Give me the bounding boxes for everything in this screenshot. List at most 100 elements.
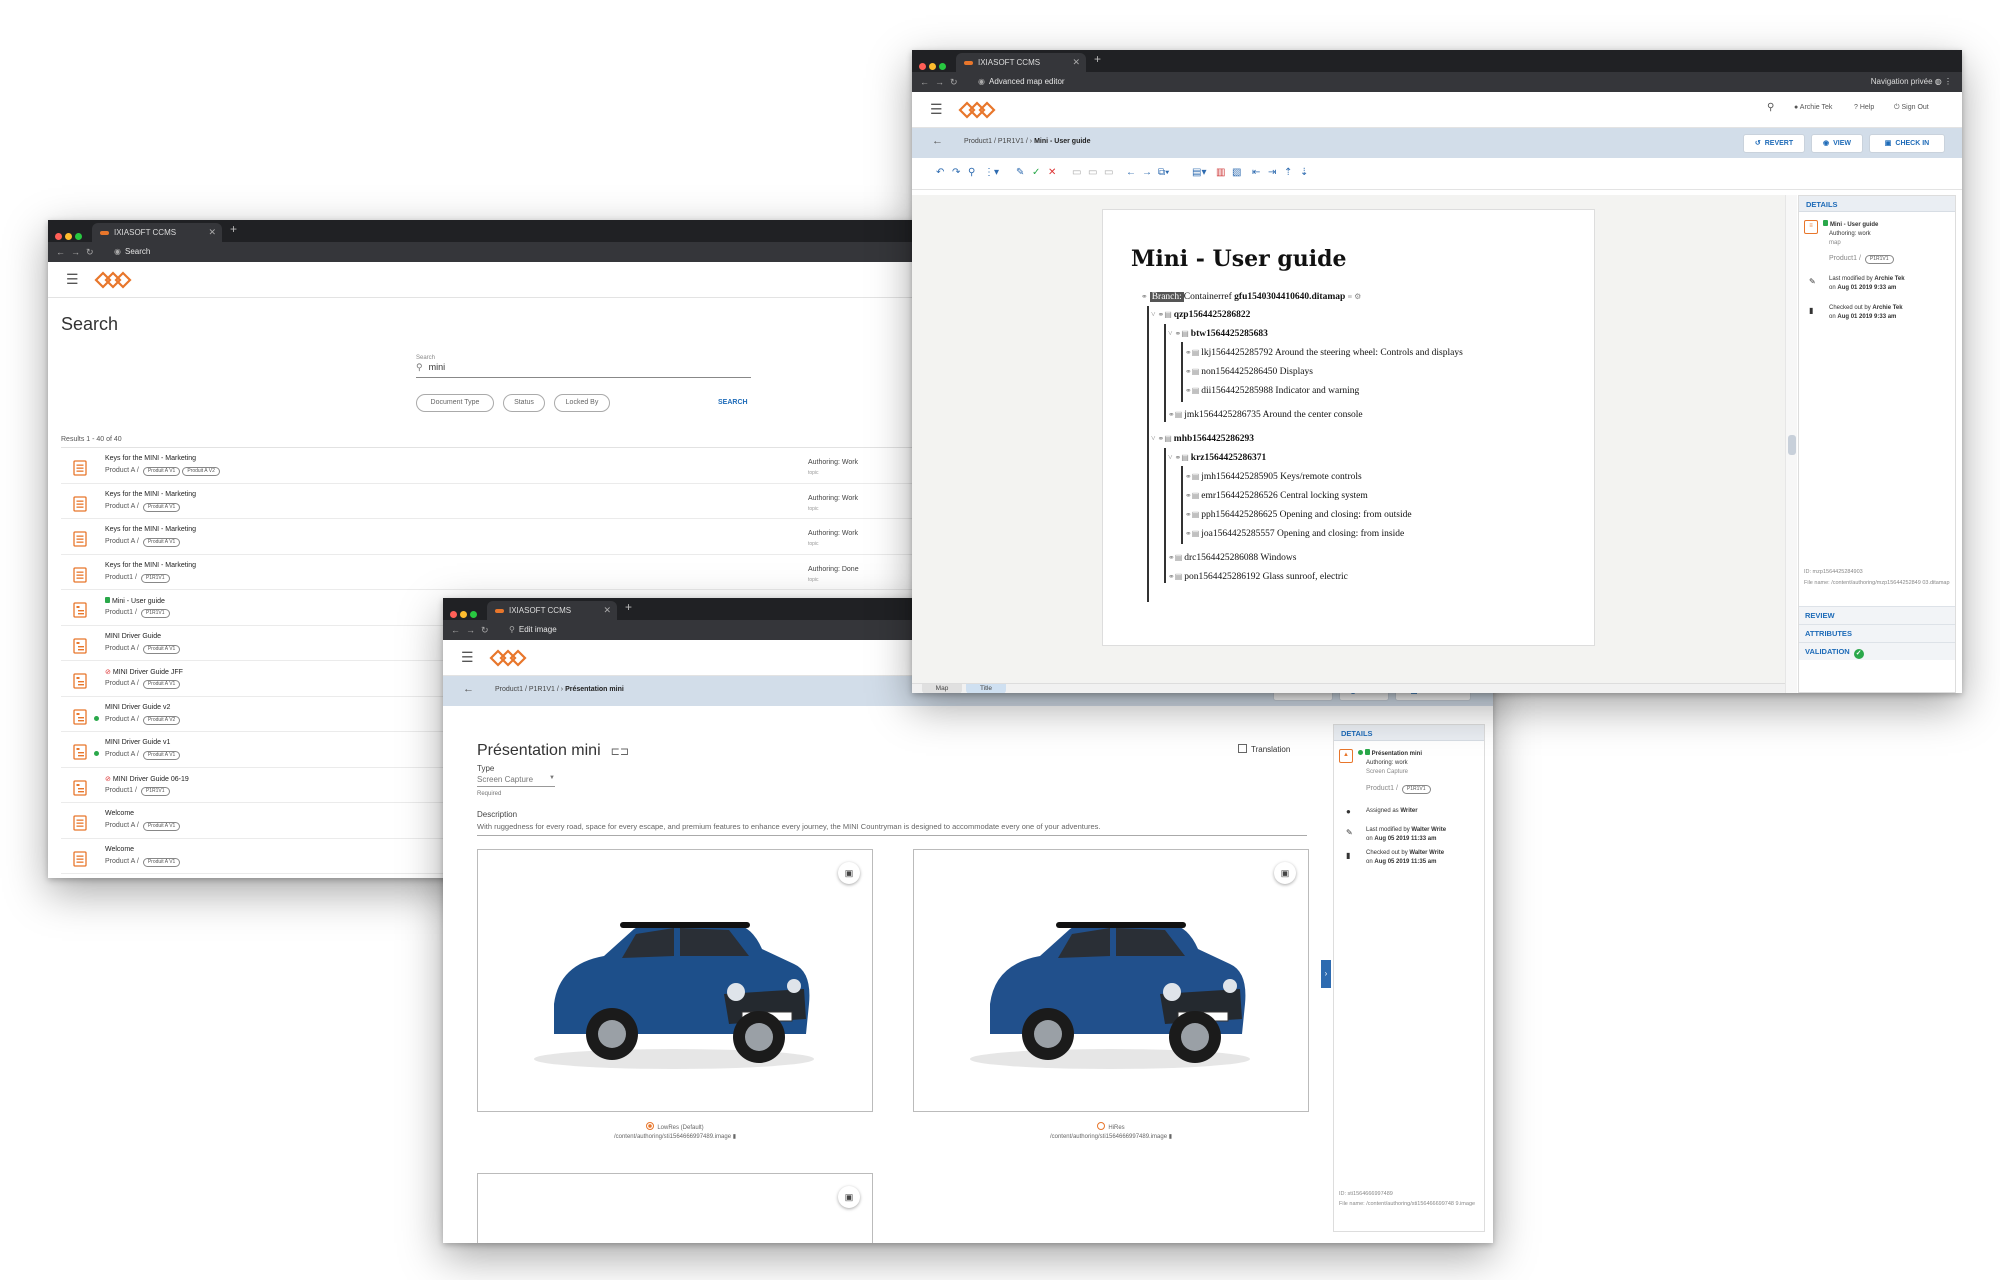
undo-icon[interactable]: ↶ <box>936 167 944 178</box>
result-title[interactable]: Keys for the MINI - Marketing <box>105 455 196 462</box>
edit-title-icon[interactable]: ⊏⊐ <box>611 746 629 758</box>
result-title[interactable]: MINI Driver Guide v1 <box>105 739 170 746</box>
result-title[interactable]: ⊘ MINI Driver Guide JFF <box>105 668 183 676</box>
hires-image-preview[interactable]: ▣ <box>913 849 1309 1112</box>
settings-icon[interactable]: ≡ ⚙ <box>1348 292 1362 301</box>
breadcrumb-path[interactable]: Product1 / P1R1V1 / <box>964 138 1028 145</box>
version-chip[interactable]: Produit A V1 <box>142 751 181 760</box>
pdf-icon[interactable]: ▥ <box>1216 167 1225 178</box>
version-chip[interactable]: Produit A V1 <box>142 822 181 831</box>
browser-tab[interactable]: IXIASOFT CCMS ✕ <box>956 53 1086 72</box>
nav-arrows-icon[interactable]: ←→↻ <box>920 72 964 92</box>
delete-comment-icon[interactable]: ▭ <box>1104 167 1113 178</box>
tree-node[interactable]: ⚭▤ drc1564425286088 Windows <box>1168 553 1296 563</box>
download-icon[interactable]: ▮ <box>1169 1134 1172 1140</box>
private-browsing[interactable]: Navigation privée ◍ ⋮ <box>1871 72 1952 92</box>
accept-icon[interactable]: ✓ <box>1032 167 1040 178</box>
radio-unselected-icon[interactable] <box>1097 1122 1106 1130</box>
nav-arrows-icon[interactable]: ←→↻ <box>451 620 495 640</box>
expand-image-icon[interactable]: ▣ <box>838 1186 860 1208</box>
tree-node[interactable]: ⚭▤ jmk1564425286735 Around the center con… <box>1168 410 1363 420</box>
close-tab-icon[interactable]: ✕ <box>603 601 611 620</box>
move-down-icon[interactable]: ⇣ <box>1300 167 1308 178</box>
result-title[interactable]: Keys for the MINI - Marketing <box>105 491 196 498</box>
attributes-section[interactable]: ATTRIBUTES <box>1799 624 1955 642</box>
ixiasoft-logo-icon[interactable] <box>489 649 527 667</box>
map-title[interactable]: Mini - User guide <box>1131 246 1346 272</box>
tree-node[interactable]: ⚭▤ non1564425286450 Displays <box>1185 367 1313 377</box>
close-tab-icon[interactable]: ✕ <box>208 223 216 242</box>
browser-tab[interactable]: IXIASOFT CCMS ✕ <box>487 601 617 620</box>
spellcheck-icon[interactable]: ✎ <box>1016 167 1024 178</box>
document-type-filter[interactable]: Document Type <box>416 394 494 412</box>
lowres-image-preview[interactable]: ▣ <box>477 849 873 1112</box>
document-icon[interactable]: ▧ <box>1232 167 1241 178</box>
breadcrumb-path[interactable]: Product1 / P1R1V1 / <box>495 686 559 693</box>
expand-image-icon[interactable]: ▣ <box>1274 862 1296 884</box>
description-input[interactable]: With ruggedness for every road, space fo… <box>477 822 1307 836</box>
review-section[interactable]: REVIEW <box>1799 606 1955 624</box>
locked-by-filter[interactable]: Locked By <box>554 394 610 412</box>
tree-node[interactable]: ⚭▤ emr1564425286526 Central locking syste… <box>1185 491 1368 501</box>
branch-node[interactable]: ⚭ Branch: Containerref gfu1540304410640.di… <box>1141 292 1363 302</box>
version-chip[interactable]: Produit A V1 <box>142 502 181 512</box>
table-row[interactable]: Keys for the MINI - Marketing Product A /… <box>61 484 921 519</box>
version-chip[interactable]: P1R1V1 <box>1864 255 1894 264</box>
user-menu[interactable]: ● Archie Tek <box>1794 104 1832 111</box>
check-in-button[interactable]: ▣CHECK IN <box>1869 134 1945 153</box>
tree-node[interactable]: ⚭▤ jmh1564425285905 Keys/remote controls <box>1185 472 1362 482</box>
version-chip[interactable]: Produit A V2 <box>142 715 181 725</box>
hamburger-menu-icon[interactable]: ☰ <box>66 271 79 288</box>
map-tab[interactable]: Map <box>922 684 962 693</box>
next-icon[interactable]: → <box>1142 167 1152 178</box>
comment-icon[interactable]: ▭ <box>1072 167 1081 178</box>
scrollbar-thumb[interactable] <box>1788 435 1796 455</box>
table-row[interactable]: Keys for the MINI - Marketing Product A /… <box>61 448 921 484</box>
help-link[interactable]: ? Help <box>1854 104 1874 111</box>
browser-tab[interactable]: IXIASOFT CCMS ✕ <box>92 223 222 242</box>
view-button[interactable]: ◉VIEW <box>1811 134 1863 153</box>
more-icon[interactable]: ⋮▾ <box>984 167 999 178</box>
tree-node[interactable]: ⚭▤ pon1564425286192 Glass sunroof, electr… <box>1168 572 1348 582</box>
details-header[interactable]: DETAILS <box>1334 725 1484 741</box>
title-tab[interactable]: Title <box>966 684 1006 693</box>
tree-node[interactable]: ˅ ⚭▤ qzp1564425286822 <box>1151 310 1250 320</box>
result-title[interactable]: ⊘ MINI Driver Guide 06-19 <box>105 775 189 783</box>
tree-node[interactable]: ⚭▤ lkj1564425285792 Around the steering w… <box>1185 348 1463 358</box>
scrollbar[interactable] <box>1785 195 1797 693</box>
result-title[interactable]: Welcome <box>105 810 134 817</box>
version-chip[interactable]: P1R1V1 <box>140 786 170 796</box>
address-bar[interactable]: ←→↻ ◉ Advanced map editor Navigation priv… <box>912 72 1962 92</box>
type-select[interactable]: Screen Capture ▼ <box>477 775 555 787</box>
result-title[interactable]: Keys for the MINI - Marketing <box>105 562 196 569</box>
tree-node[interactable]: ˅ ⚭▤ mhb1564425286293 <box>1151 434 1254 444</box>
version-chip[interactable]: Produit A V1 <box>142 538 181 547</box>
version-chip[interactable]: Produit A V1 <box>142 644 181 654</box>
version-chip[interactable]: P1R1V1 <box>140 609 170 618</box>
breadcrumb[interactable]: Product1 / P1R1V1 / › Mini - User guide <box>964 138 1090 145</box>
new-tab-icon[interactable]: + <box>230 222 237 236</box>
tree-node[interactable]: ⚭▤ pph1564425286625 Opening and closing: … <box>1185 510 1412 520</box>
close-tab-icon[interactable]: ✕ <box>1072 53 1080 72</box>
version-chip[interactable]: P1R1V1 <box>1401 785 1431 794</box>
redo-icon[interactable]: ↷ <box>952 167 960 178</box>
radio-selected-icon[interactable] <box>646 1122 655 1130</box>
nav-arrows-icon[interactable]: ←→↻ <box>56 242 100 262</box>
tree-node[interactable]: ⚭▤ joa1564425285557 Opening and closing: … <box>1185 529 1404 539</box>
collapse-caret-icon[interactable]: ˅ <box>1151 434 1156 443</box>
hamburger-menu-icon[interactable]: ☰ <box>461 649 474 666</box>
expand-image-icon[interactable]: ▣ <box>838 862 860 884</box>
status-filter[interactable]: Status <box>503 394 545 412</box>
revert-button[interactable]: ↺REVERT <box>1743 134 1805 153</box>
version-chip[interactable]: P1R1V1 <box>140 573 170 583</box>
hires-radio[interactable]: HiRes <box>913 1122 1309 1131</box>
details-header[interactable]: DETAILS <box>1799 196 1955 212</box>
version-chip[interactable]: Produit A V2 <box>182 467 220 476</box>
address-bar[interactable]: ←→↻ ◉ Search <box>48 242 928 262</box>
breadcrumb[interactable]: Product1 / P1R1V1 / › Présentation mini <box>495 686 624 693</box>
lowres-radio[interactable]: LowRes (Default) <box>477 1122 873 1131</box>
move-up-icon[interactable]: ⇡ <box>1284 167 1292 178</box>
ixiasoft-logo-icon[interactable] <box>94 271 132 289</box>
result-title[interactable]: Welcome <box>105 846 134 853</box>
sign-out-link[interactable]: ⏻ Sign Out <box>1894 104 1929 112</box>
